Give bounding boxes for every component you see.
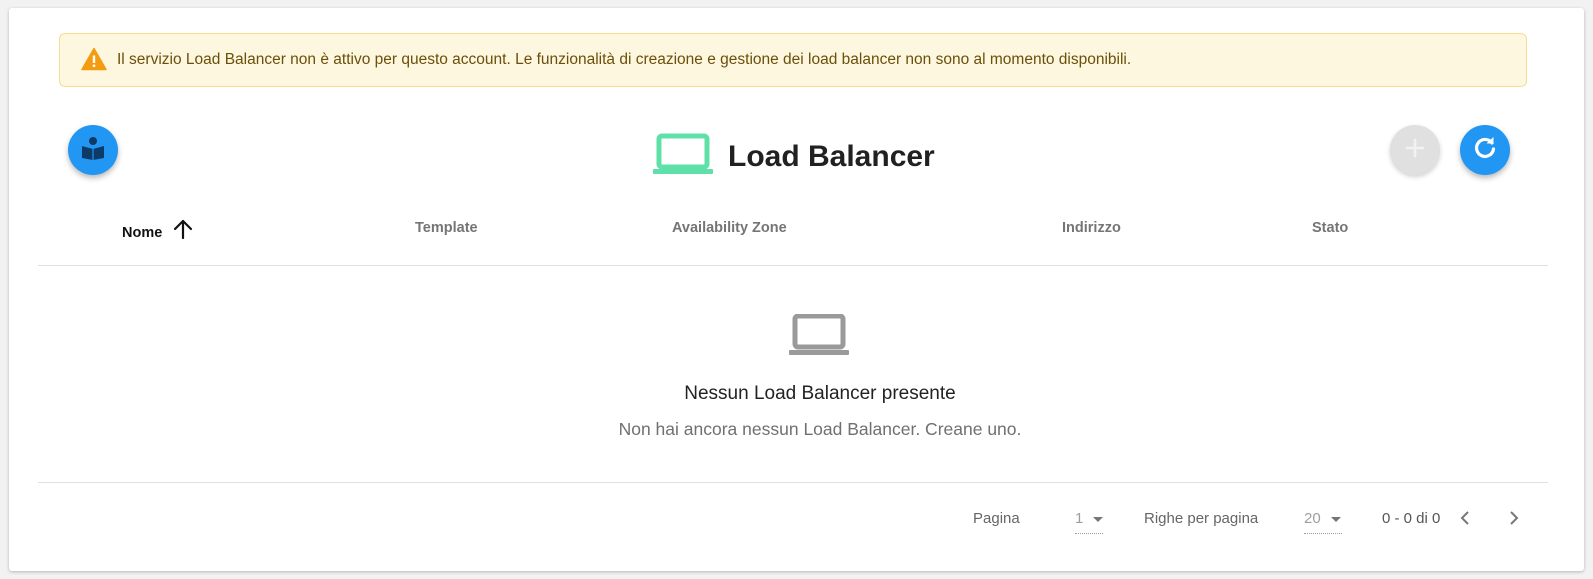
next-page-button[interactable] [1502,508,1526,532]
page-select[interactable]: 1 [1075,510,1103,534]
footer-divider [38,482,1548,483]
page-label: Pagina [973,510,1020,527]
refresh-icon [1472,135,1498,166]
add-load-balancer-button[interactable] [1390,125,1440,175]
warning-icon [81,47,107,71]
previous-page-button[interactable] [1453,508,1477,532]
column-header-template[interactable]: Template [415,220,478,236]
column-header-label: Nome [122,224,163,241]
page-select-value: 1 [1075,510,1084,527]
column-header-availability-zone[interactable]: Availability Zone [672,220,787,236]
arrow-up-icon [172,218,194,244]
refresh-button[interactable] [1460,125,1510,175]
book-reader-icon [80,135,106,166]
plus-icon [1404,137,1426,164]
chevron-down-icon [1093,517,1103,522]
chevron-down-icon [1331,517,1341,522]
chevron-left-icon [1458,510,1472,531]
page-title-text: Load Balancer [728,139,935,173]
rows-per-page-select[interactable]: 20 [1304,510,1342,534]
column-header-indirizzo[interactable]: Indirizzo [1062,220,1121,236]
rows-per-page-label: Righe per pagina [1144,510,1259,527]
service-inactive-alert: Il servizio Load Balancer non è attivo p… [59,33,1527,87]
empty-state-title: Nessun Load Balancer presente [684,383,956,404]
rows-per-page-value: 20 [1304,510,1321,527]
page-title: Load Balancer [652,133,935,180]
header-divider [38,265,1548,266]
docs-button[interactable] [68,125,118,175]
alert-message: Il servizio Load Balancer non è attivo p… [117,51,1132,68]
empty-state-subtitle: Non hai ancora nessun Load Balancer. Cre… [618,419,1022,439]
laptop-icon [652,133,714,180]
load-balancer-card: Il servizio Load Balancer non è attivo p… [9,8,1584,571]
column-header-nome[interactable]: Nome [122,218,194,246]
pagination-range: 0 - 0 di 0 [1382,510,1441,527]
empty-state-laptop-icon [789,313,851,361]
column-header-stato[interactable]: Stato [1312,220,1348,236]
chevron-right-icon [1507,510,1521,531]
